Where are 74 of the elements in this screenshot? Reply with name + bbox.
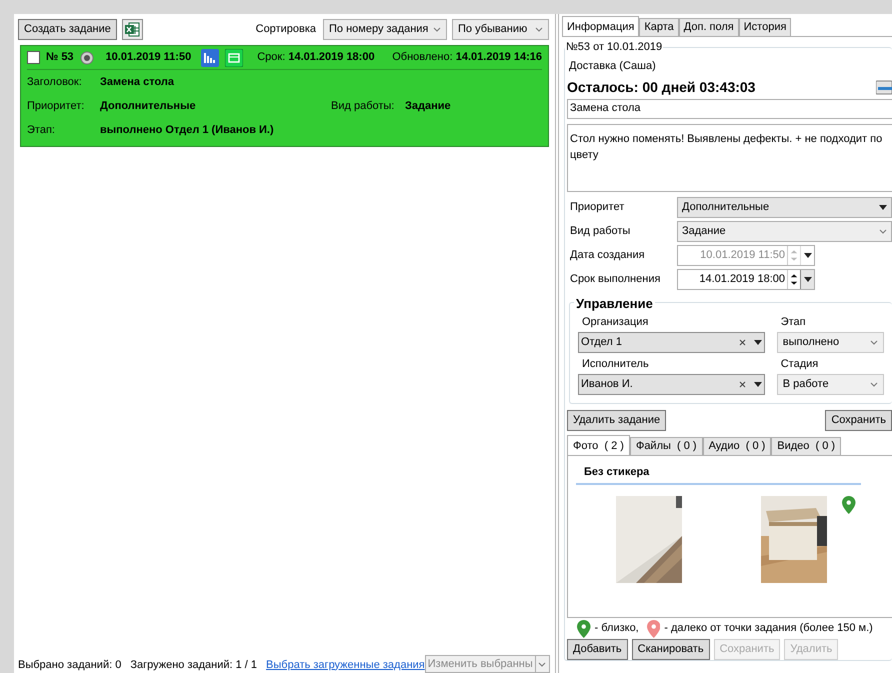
combo-box[interactable]: Отдел 1 — [578, 332, 765, 352]
form-label: Вид работы — [570, 224, 632, 240]
media-button[interactable]: Добавить — [567, 638, 628, 660]
form-label: Срок выполнения — [570, 272, 662, 288]
sort-label: Сортировка — [256, 22, 316, 37]
datetime-picker[interactable]: 14.01.2019 18:00 — [677, 269, 815, 290]
task-field-value: Дополнительные — [100, 98, 197, 114]
time-remaining: Осталось: 00 дней 03:43:03 — [567, 78, 756, 97]
media-tab[interactable]: Фото ( 2 ) — [567, 434, 630, 454]
task-field-value: выполнено Отдел 1 (Иванов И.) — [100, 122, 274, 138]
form-label: Приоритет — [570, 200, 626, 216]
sort-order-dropdown[interactable]: По убыванию — [452, 18, 549, 40]
field-label: Исполнитель — [581, 356, 650, 372]
record-icon — [80, 50, 94, 64]
sticker-group-header: Без стикера — [576, 464, 861, 485]
media-tab[interactable]: Видео ( 0 ) — [771, 436, 842, 454]
dropdown-caret-icon — [879, 205, 887, 210]
dropdown-caret-icon — [538, 662, 546, 666]
form-dropdown[interactable]: Задание — [677, 221, 892, 242]
select-loaded-link[interactable]: Выбрать загруженные задания — [266, 656, 425, 673]
sort-field-dropdown[interactable]: По номеру задания — [323, 18, 447, 40]
dropdown-caret-icon — [535, 26, 543, 32]
customer-name: Доставка (Саша) — [569, 59, 657, 74]
field-label: Этап — [780, 314, 807, 330]
detail-tab[interactable]: Информация — [562, 16, 640, 36]
task-field-value: Замена стола — [100, 74, 174, 90]
task-field-label: Приоритет: — [27, 98, 86, 114]
form-dropdown[interactable]: В работе — [776, 374, 884, 394]
dropdown-caret-icon — [879, 229, 887, 234]
media-button[interactable]: Сканировать — [632, 638, 710, 660]
form-label: Дата создания — [570, 248, 646, 264]
detail-tab[interactable]: История — [738, 18, 792, 36]
task-card[interactable]: № 53 10.01.2019 11:50 Срок: 14.01.2019 18:00 Обновлено: 14.01.2019 14:16 Заголовок: Замена стола Приоритет: Дополнительные Вид работы: Задание Этап: выполнено Отдел 1 (Иванов И.) — [20, 45, 549, 147]
task-field-value: Задание — [405, 98, 451, 114]
map-pin-icon — [577, 620, 590, 638]
title-field[interactable]: Замена стола — [567, 98, 892, 118]
map-pin-icon — [646, 620, 660, 638]
create-task-button[interactable]: Создать задание — [18, 18, 117, 40]
description-field[interactable]: Стол нужно поменять! Выявлены дефекты. + не подходит по цвету — [567, 124, 892, 192]
task-field-label: Заголовок: — [27, 74, 83, 90]
task-created-date: 10.01.2019 11:50 — [106, 50, 192, 66]
legend-text: - далеко от точки задания (более 150 м.) — [664, 621, 873, 636]
media-tab[interactable]: Файлы ( 0 ) — [630, 436, 703, 454]
dropdown-caret-icon — [870, 382, 878, 386]
dropdown-caret-icon — [754, 340, 762, 344]
dropdown-caret-icon — [754, 382, 762, 386]
task-due: Срок: 14.01.2019 18:00 — [257, 50, 375, 66]
clear-icon[interactable] — [738, 338, 746, 346]
field-label: Стадия — [780, 356, 820, 372]
loaded-count: Загружено заданий: 1 / 1 — [130, 658, 258, 672]
dropdown-caret-icon — [433, 26, 441, 32]
combo-box[interactable]: Иванов И. — [578, 374, 765, 394]
dropdown-caret-icon — [870, 340, 878, 344]
task-checkbox[interactable] — [27, 51, 40, 64]
field-label: Организация — [581, 314, 650, 330]
dropdown-caret-icon — [804, 277, 812, 282]
dropdown-caret-icon — [804, 253, 812, 258]
delete-task-button[interactable]: Удалить задание — [567, 410, 666, 430]
legend-text: - близко, — [594, 621, 639, 636]
task-field-label: Вид работы: — [331, 98, 396, 114]
selected-count: Выбрано заданий: 0 — [18, 658, 122, 672]
spreadsheet-export-icon[interactable] — [122, 18, 143, 40]
form-dropdown[interactable]: Дополнительные — [677, 197, 892, 218]
media-tab[interactable]: Аудио ( 0 ) — [702, 436, 772, 454]
task-number: № 53 — [46, 50, 74, 66]
clear-icon[interactable] — [738, 380, 746, 388]
card-icon — [225, 48, 244, 66]
form-dropdown[interactable]: выполнено — [776, 332, 884, 352]
task-field-label: Этап: — [27, 122, 56, 138]
task-updated: Обновлено: 14.01.2019 14:16 — [392, 50, 542, 66]
bar-chart-icon — [201, 48, 220, 66]
detail-tab[interactable]: Карта — [639, 18, 679, 36]
save-button[interactable]: Сохранить — [825, 410, 892, 430]
detail-tab[interactable]: Доп. поля — [678, 18, 739, 36]
